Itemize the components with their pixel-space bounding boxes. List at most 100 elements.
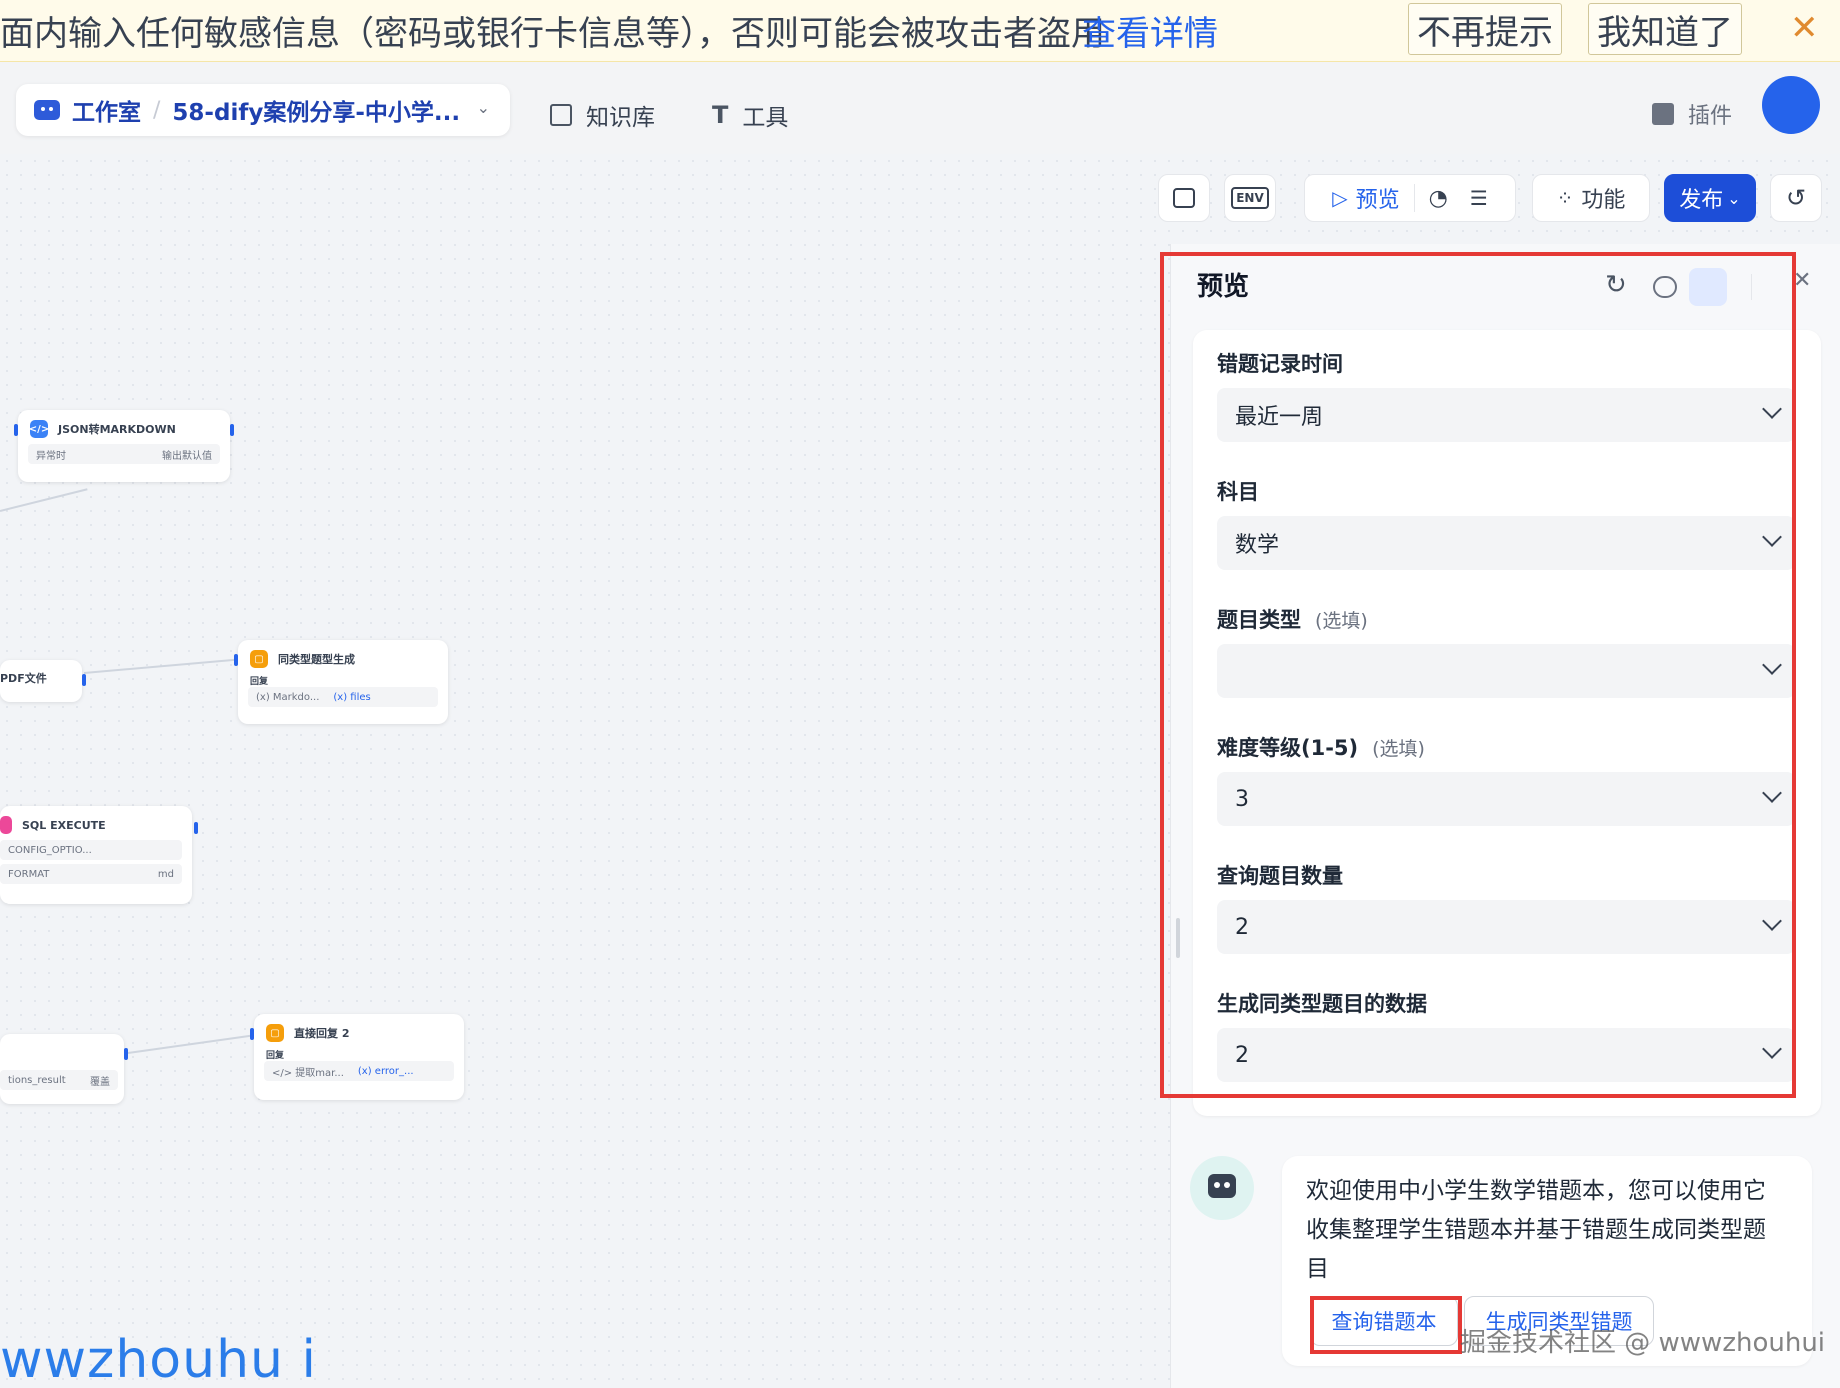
close-icon[interactable]: ✕: [1790, 8, 1819, 48]
chevron-down-icon: [1762, 527, 1782, 547]
banner-text: 面内输入任何敏感信息（密码或银行卡信息等），否则可能会被攻击者盗用: [0, 14, 1105, 54]
variable-inspect-button[interactable]: [1158, 174, 1210, 222]
chevron-down-icon: ⌄: [1727, 188, 1741, 208]
variable-icon: [1173, 188, 1195, 208]
select-query-count[interactable]: 2: [1217, 900, 1795, 954]
node-sql-execute[interactable]: SQL EXECUTE CONFIG_OPTIO... FORMAT md: [0, 806, 192, 904]
checklist-icon[interactable]: ☰: [1470, 186, 1488, 210]
node-var: (x) Markdo...: [256, 691, 320, 703]
grid-icon: ⁘: [1556, 186, 1574, 210]
preview-button[interactable]: 预览: [1356, 182, 1400, 214]
play-icon[interactable]: ▷: [1332, 186, 1347, 210]
banner-dismiss-button[interactable]: 不再提示: [1408, 3, 1562, 55]
node-handle[interactable]: [194, 822, 198, 834]
top-navigation: 工作室 / 58-dify案例分享-中小学... ⌄ 知识库 T 工具 插件: [0, 62, 1840, 154]
panel-title: 预览: [1197, 272, 1250, 302]
nav-tools[interactable]: T 工具: [712, 98, 788, 132]
preview-group: ▷ 预览 ◔ ☰: [1304, 174, 1516, 222]
nav-plugins-label: 插件: [1688, 104, 1733, 129]
avatar[interactable]: [1762, 76, 1820, 134]
node-handle[interactable]: [14, 424, 18, 436]
node-label: 回复: [250, 677, 269, 687]
node-handle[interactable]: [250, 1028, 254, 1040]
banner-details-link[interactable]: 查看详情: [1082, 6, 1218, 55]
run-history-icon[interactable]: ◔: [1429, 186, 1448, 211]
node-title: PDF文件: [0, 672, 47, 685]
reply-icon: ▢: [250, 650, 268, 668]
field-label: 题目类型 (选填): [1217, 608, 1368, 632]
suggestion-query-button[interactable]: 查询错题本: [1310, 1296, 1458, 1346]
node-result[interactable]: tions_result 覆盖: [0, 1034, 124, 1104]
node-direct-reply[interactable]: ▢ 直接回复 2 回复 </> 提取mar... (x) error_...: [254, 1014, 464, 1100]
divider: [1413, 184, 1415, 212]
node-row-value: 覆盖: [90, 1076, 110, 1088]
select-question-type[interactable]: [1217, 644, 1795, 698]
field-label: 难度等级(1-5) (选填): [1217, 736, 1425, 760]
select-generate-count[interactable]: 2: [1217, 1028, 1795, 1082]
node-similar-question[interactable]: ▢ 同类型题型生成 回复 (x) Markdo... (x) files: [238, 640, 448, 724]
watermark-left: wwzhouhu i: [0, 1330, 317, 1388]
publish-label: 发布: [1679, 188, 1724, 213]
panel-resize-handle[interactable]: [1176, 918, 1180, 958]
node-title: 同类型题型生成: [278, 653, 355, 666]
node-var: </> 提取mar...: [272, 1067, 344, 1079]
code-icon: </>: [29, 420, 49, 438]
breadcrumb-separator: /: [153, 97, 161, 123]
banner-ok-button[interactable]: 我知道了: [1588, 3, 1742, 55]
nav-knowledge-label: 知识库: [586, 105, 655, 131]
chevron-down-icon: [1762, 911, 1782, 931]
node-row-label: 异常时: [36, 450, 66, 462]
book-icon: [550, 104, 572, 126]
assistant-avatar: [1190, 1156, 1254, 1220]
select-subject[interactable]: 数学: [1217, 516, 1795, 570]
select-record-time[interactable]: 最近一周: [1217, 388, 1795, 442]
field-label: 错题记录时间: [1217, 352, 1343, 376]
variable-icon[interactable]: [1653, 276, 1677, 298]
env-button[interactable]: ENV: [1224, 174, 1276, 222]
cube-icon: [1652, 103, 1674, 125]
feature-label: 功能: [1581, 188, 1626, 213]
tools-icon: T: [712, 101, 729, 129]
node-row-label: CONFIG_OPTIO...: [8, 844, 92, 856]
history-icon: ↺: [1785, 184, 1807, 212]
node-title: JSON转MARKDOWN: [58, 423, 176, 436]
field-label: 科目: [1217, 480, 1259, 504]
publish-button[interactable]: 发布 ⌄: [1664, 174, 1756, 222]
settings-sliders-icon[interactable]: [1689, 268, 1727, 306]
node-pdf[interactable]: PDF文件: [0, 660, 82, 702]
close-icon[interactable]: ✕: [1793, 268, 1811, 293]
app-breadcrumb[interactable]: 工作室 / 58-dify案例分享-中小学... ⌄: [16, 84, 510, 136]
node-row-value: md: [157, 868, 174, 880]
node-json-markdown[interactable]: </> JSON转MARKDOWN 异常时 输出默认值: [18, 410, 230, 482]
node-title: 直接回复 2: [294, 1027, 350, 1040]
node-title: SQL EXECUTE: [22, 818, 106, 832]
history-button[interactable]: ↺: [1770, 174, 1822, 222]
node-handle[interactable]: [230, 424, 234, 436]
chevron-down-icon: [1762, 1039, 1782, 1059]
chevron-down-icon: [1762, 783, 1782, 803]
node-handle[interactable]: [234, 654, 238, 666]
node-row-label: tions_result: [8, 1074, 66, 1086]
select-difficulty[interactable]: 3: [1217, 772, 1795, 826]
node-var: (x) files: [333, 691, 371, 703]
env-label: ENV: [1231, 187, 1269, 209]
feature-button[interactable]: ⁘ 功能: [1532, 174, 1650, 222]
divider: [1751, 274, 1752, 300]
breadcrumb-app-name[interactable]: 58-dify案例分享-中小学...: [172, 93, 460, 127]
node-row-value: 输出默认值: [162, 450, 212, 462]
breadcrumb-workspace[interactable]: 工作室: [72, 93, 141, 127]
nav-tools-label: 工具: [742, 105, 789, 131]
node-label: 回复: [266, 1051, 285, 1061]
node-var: (x) error_...: [357, 1065, 414, 1077]
chevron-down-icon[interactable]: ⌄: [477, 98, 490, 117]
database-icon: [0, 816, 12, 834]
node-handle[interactable]: [124, 1048, 128, 1060]
node-row-label: FORMAT: [8, 868, 50, 880]
node-handle[interactable]: [82, 674, 86, 686]
restart-icon[interactable]: ↻: [1605, 270, 1627, 300]
robot-icon: [34, 100, 60, 120]
nav-plugins[interactable]: 插件: [1652, 98, 1732, 130]
robot-icon: [1208, 1174, 1236, 1198]
nav-knowledge[interactable]: 知识库: [550, 98, 655, 132]
warning-banner: 面内输入任何敏感信息（密码或银行卡信息等），否则可能会被攻击者盗用 查看详情 不…: [0, 0, 1840, 62]
